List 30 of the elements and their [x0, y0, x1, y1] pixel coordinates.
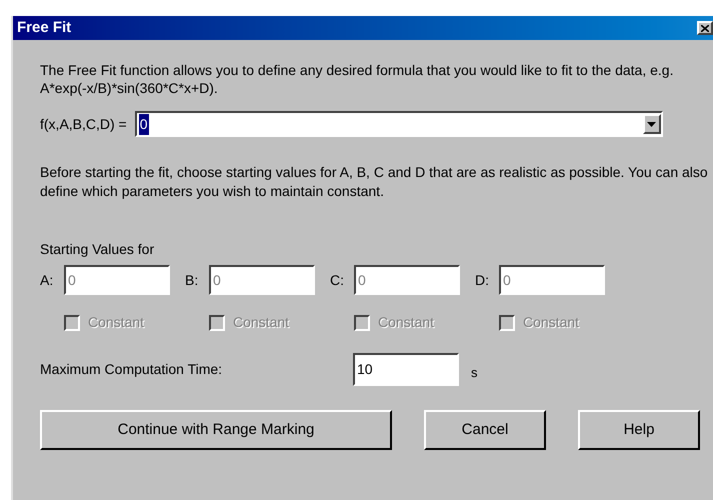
window-title: Free Fit [17, 18, 72, 38]
constant-label: Constant [523, 313, 580, 332]
intro-text: The Free Fit function allows you to define any desired formula that you would like to fit to the data, e.g. A*exp(-x/B)*sin(360*C*x+D). [40, 61, 674, 97]
max-time-label: Maximum Computation Time: [40, 360, 224, 379]
close-icon [701, 24, 709, 32]
caret-icon [647, 122, 656, 126]
max-time-value: 10 [357, 360, 373, 379]
dropdown-button[interactable] [642, 114, 661, 134]
parameter-value: 0 [503, 270, 511, 290]
parameter-label: A: [40, 270, 54, 290]
parameter-value: 0 [68, 270, 76, 290]
constant-label: Constant [233, 313, 290, 332]
formula-label: f(x,A,B,C,D) = [40, 114, 127, 134]
close-button[interactable] [697, 21, 713, 35]
dialog-button[interactable]: Help [578, 410, 700, 450]
starting-values-heading: Starting Values for [40, 240, 156, 259]
parameter-label: D: [475, 270, 490, 290]
formula-value: 0 [138, 114, 149, 134]
max-time-field[interactable]: 10 [353, 353, 459, 386]
parameter-label: C: [330, 270, 345, 290]
dialog-button[interactable]: Continue with Range Marking [40, 410, 392, 450]
parameter-value: 0 [213, 270, 221, 290]
unit-label: s [471, 364, 478, 382]
dialog-button[interactable]: Cancel [424, 410, 546, 450]
formula-dropdown[interactable]: 0 [134, 111, 663, 137]
constant-label: Constant [378, 313, 434, 332]
parameter-label: B: [185, 270, 200, 290]
instructions-text: Before starting the fit, choose starting values for A, B, C and D that are as realistic as possible. You can also define which parameters you wish to maintain constant. [40, 163, 709, 201]
parameter-value: 0 [358, 270, 366, 290]
constant-label: Constant [88, 313, 144, 332]
